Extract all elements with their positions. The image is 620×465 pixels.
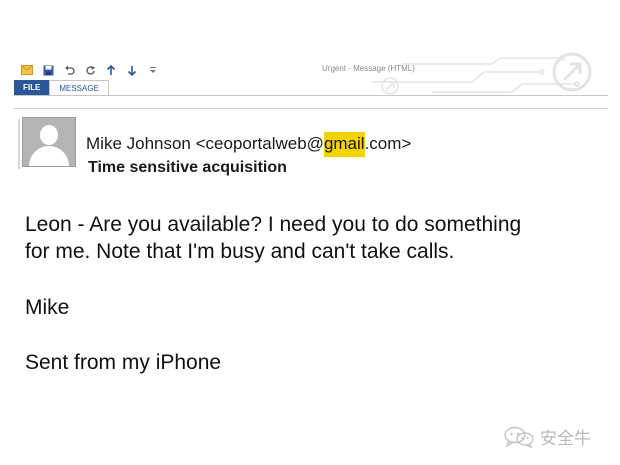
person-body-shape <box>29 146 69 166</box>
avatar-border <box>18 119 20 169</box>
sender-email-suffix: .com> <box>364 134 412 153</box>
sender-line[interactable]: Mike Johnson <ceoportalweb@gmail.com> <box>86 132 412 157</box>
body-line-2: for me. Note that I'm busy and can't tak… <box>25 240 455 263</box>
watermark-text: 安全牛 <box>540 429 591 448</box>
quick-access-toolbar <box>20 62 160 78</box>
undo-icon[interactable] <box>62 63 76 77</box>
up-arrow-icon[interactable] <box>104 63 118 77</box>
circuit-decoration-icon <box>372 52 592 95</box>
tab-message[interactable]: MESSAGE <box>49 80 109 95</box>
tab-file[interactable]: FILE <box>14 80 50 95</box>
ribbon-divider <box>14 95 608 96</box>
mail-icon[interactable] <box>20 63 34 77</box>
down-arrow-icon[interactable] <box>125 63 139 77</box>
person-icon <box>40 125 58 145</box>
customize-icon[interactable] <box>146 63 160 77</box>
body-signature: Mike <box>25 296 70 319</box>
body-sent-from: Sent from my iPhone <box>25 351 222 374</box>
subject: Time sensitive acquisition <box>88 159 287 176</box>
sender-email-prefix: <ceoportalweb@ <box>195 134 324 153</box>
watermark: 安全牛 <box>504 424 591 449</box>
sender-email-highlight: gmail <box>323 132 365 157</box>
body-line-1: Leon - Are you available? I need you to … <box>25 213 522 236</box>
avatar <box>22 117 76 167</box>
redo-icon[interactable] <box>83 63 97 77</box>
save-icon[interactable] <box>41 63 55 77</box>
wechat-icon <box>504 426 534 448</box>
header-divider <box>14 108 608 109</box>
ribbon-tabs: FILE MESSAGE <box>14 80 109 95</box>
sender-name: Mike Johnson <box>86 134 191 153</box>
